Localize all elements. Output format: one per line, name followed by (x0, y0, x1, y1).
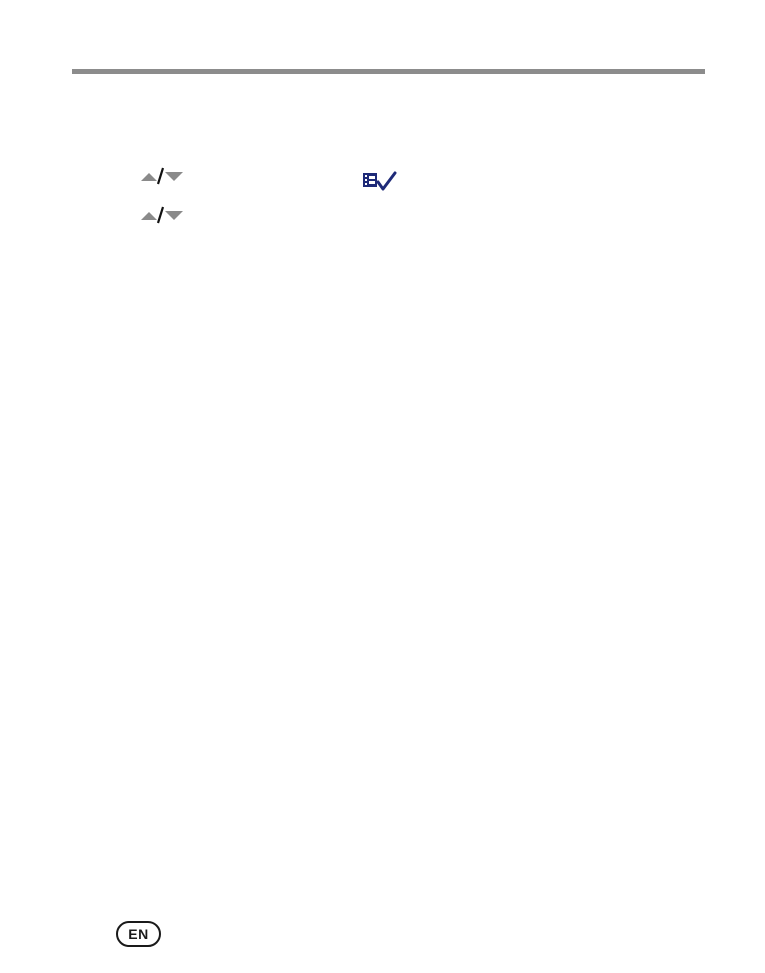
language-code: EN (128, 926, 149, 942)
up-arrow-icon (141, 173, 157, 181)
step-2-up-down-arrows (139, 205, 185, 225)
up-down-arrows-icon (141, 167, 183, 185)
up-down-arrows-icon (141, 206, 183, 224)
review-checkmark-icon (362, 170, 398, 194)
slash-divider (156, 167, 165, 185)
header-rule (72, 69, 705, 74)
down-arrow-icon (165, 211, 183, 220)
step-1-up-down-arrows (139, 166, 185, 186)
language-badge: EN (116, 921, 161, 947)
up-arrow-icon (141, 212, 157, 220)
slash-divider (156, 206, 165, 224)
down-arrow-icon (165, 172, 183, 181)
